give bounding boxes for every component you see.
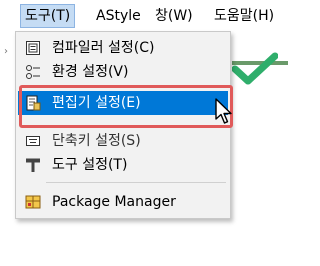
menu-item-label: 컴파일러 설정(C) (52, 40, 155, 56)
mouse-cursor-icon (215, 98, 232, 124)
menu-item-tool-settings[interactable]: 도구 설정(T) (18, 153, 228, 177)
package-manager-icon (25, 195, 41, 209)
menu-item-label: 단축키 설정(S) (52, 133, 141, 149)
menu-separator (46, 182, 226, 183)
menu-item-label: 도구 설정(T) (52, 157, 128, 173)
menu-window[interactable]: 창(W) (151, 5, 197, 27)
menu-item-environment-settings[interactable]: 환경 설정(V) (18, 60, 228, 84)
checkmark-icon (232, 52, 278, 85)
menu-item-package-manager[interactable]: Package Manager (18, 190, 228, 214)
menu-item-compiler-settings[interactable]: 컴파일러 설정(C) (18, 36, 228, 60)
menu-bar: 도구(T) AStyle 창(W) 도움말(H) (0, 0, 294, 31)
hammer-icon (26, 158, 40, 172)
menu-item-label: 환경 설정(V) (52, 64, 129, 80)
menu-astyle[interactable]: AStyle (92, 5, 145, 27)
environment-settings-icon (26, 65, 40, 79)
toolbar-chevron-icon: › (4, 46, 8, 57)
compiler-settings-icon (26, 41, 40, 55)
menu-tools[interactable]: 도구(T) (20, 4, 76, 28)
menu-item-shortcut-settings[interactable]: 단축키 설정(S) (18, 129, 228, 153)
shortcut-settings-icon (26, 136, 40, 146)
menu-item-label: Package Manager (52, 194, 176, 210)
annotation-highlight-box (19, 85, 233, 128)
menu-help[interactable]: 도움말(H) (210, 5, 278, 27)
